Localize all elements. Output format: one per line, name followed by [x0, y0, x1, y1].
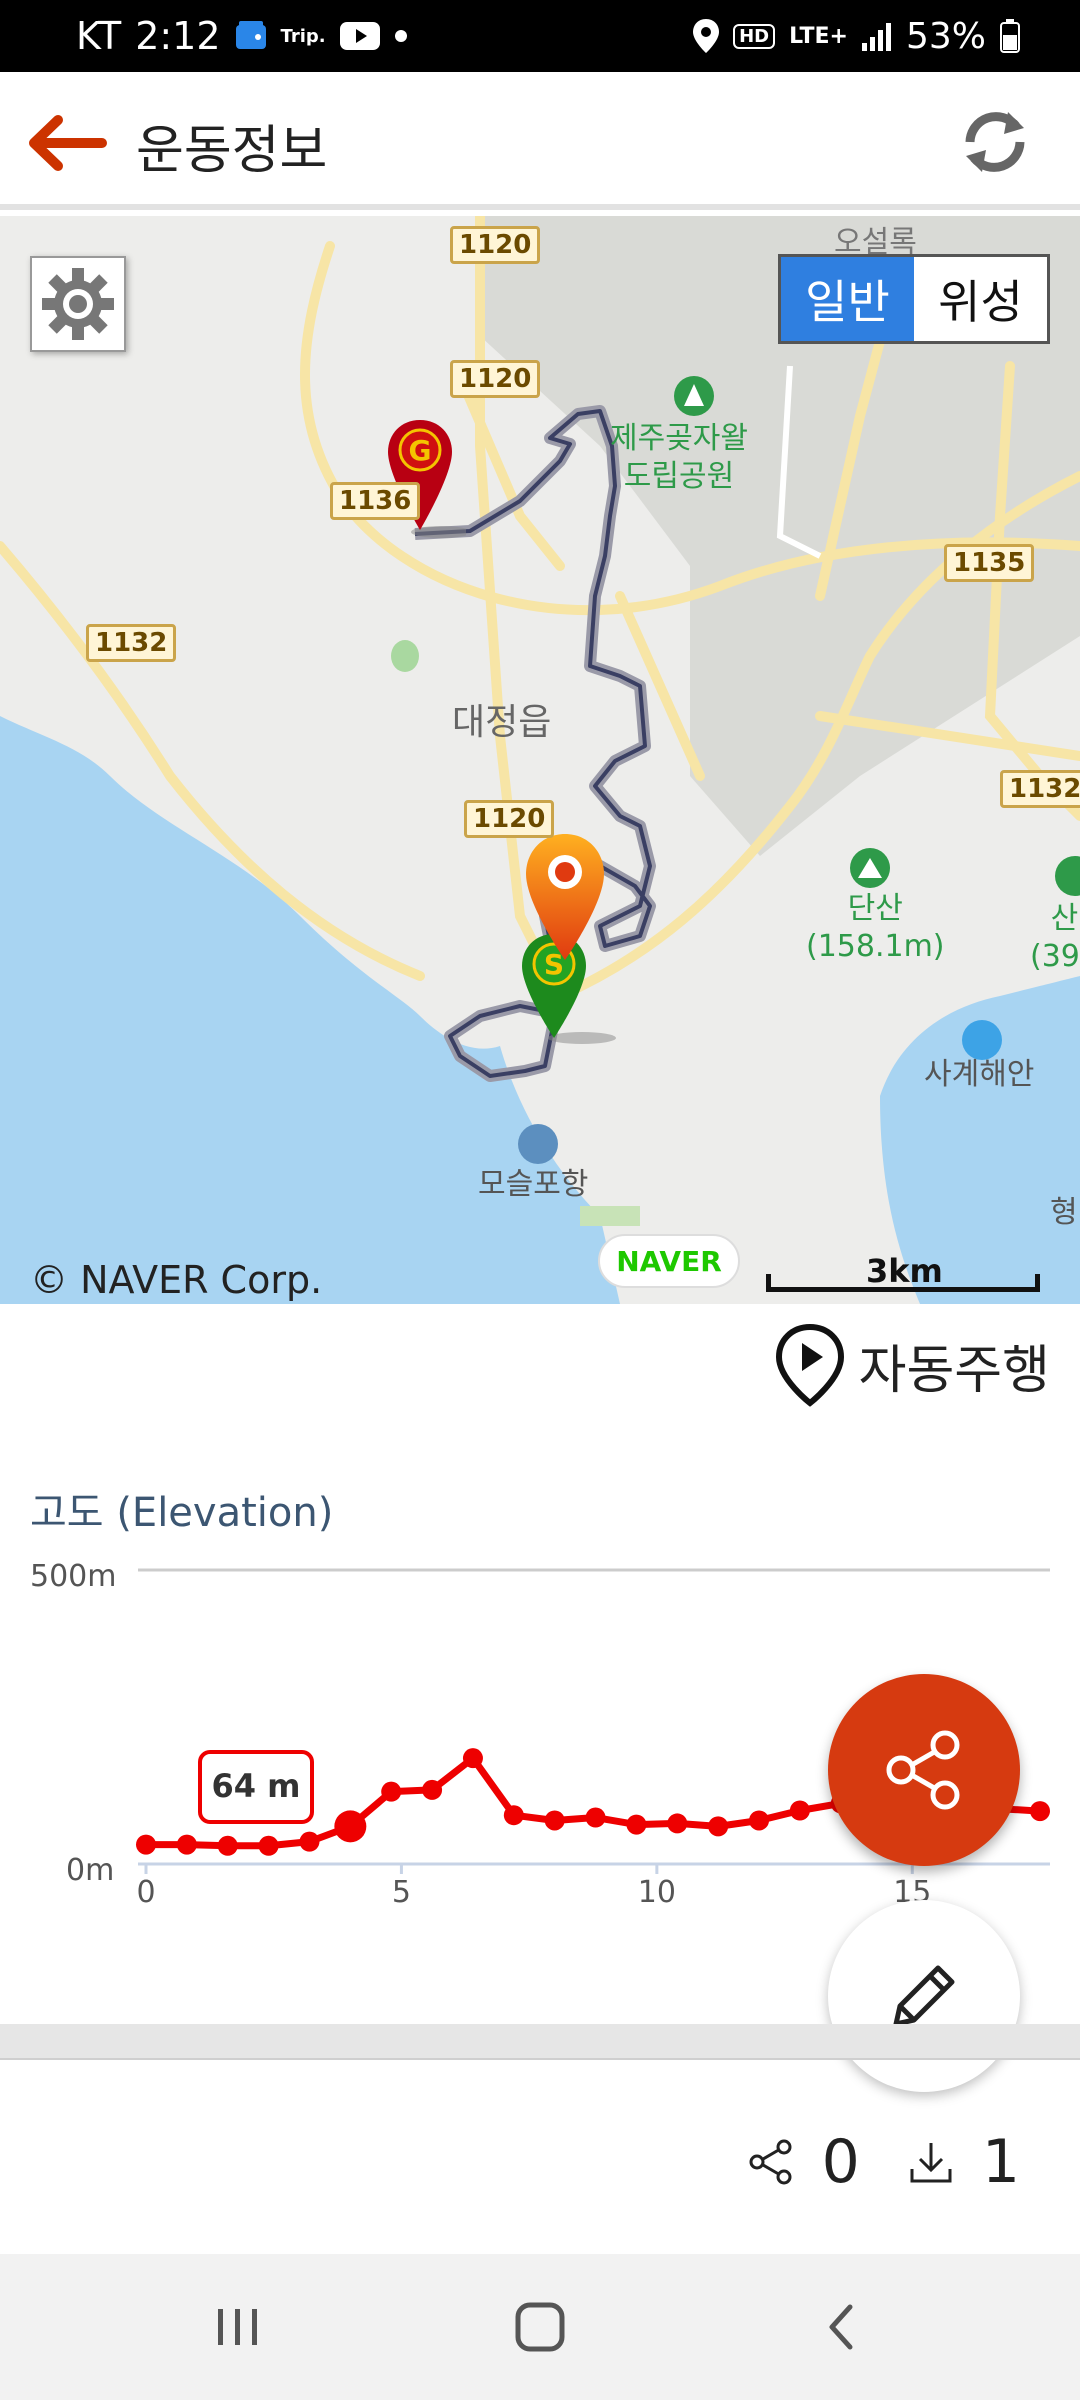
autodrive-button[interactable]: 자동주행 [775, 1320, 1050, 1410]
map-scale-bar: 3km [766, 1252, 1040, 1292]
elevation-point-selected[interactable] [334, 1810, 367, 1843]
download-count: 1 [981, 2127, 1020, 2197]
road-number-badge: 1135 [944, 544, 1035, 582]
refresh-button[interactable] [950, 102, 1040, 182]
elevation-point[interactable] [544, 1810, 565, 1831]
map-label-port: 모슬포항 [478, 1167, 589, 1202]
road-number-badge: 1120 [464, 800, 555, 838]
map-label-beach: 사계해안 [924, 1057, 1035, 1092]
x-tick-label: 0 [136, 1875, 155, 1910]
map-copyright: © NAVER Corp. [30, 1258, 323, 1302]
notification-dot-icon [394, 29, 408, 43]
battery-percent: 53% [905, 15, 986, 57]
elevation-point[interactable] [626, 1814, 647, 1835]
map-label-town: 대정읍 [452, 702, 552, 743]
tooltip-value: 64 m [211, 1767, 300, 1805]
elevation-point[interactable] [299, 1831, 320, 1852]
home-icon [515, 2302, 565, 2352]
elevation-point[interactable] [503, 1805, 524, 1826]
goal-marker-icon[interactable]: G [386, 420, 466, 538]
refresh-icon [965, 112, 1025, 172]
clock: 2:12 [135, 14, 221, 58]
share-small-icon [749, 2139, 792, 2185]
road-number-badge: 1132 [1000, 770, 1080, 808]
elevation-tooltip: 64 m [198, 1750, 314, 1824]
carrier-label: KT [76, 14, 122, 58]
map-label-mountain1: 단산 (158.1m) [806, 891, 945, 964]
share-count: 0 [821, 2127, 860, 2197]
map-type-toggle: 일반 위성 [778, 254, 1050, 344]
network-type: LTE+ [789, 23, 848, 49]
map-label-park: 제주곶자왈 도립공원 [610, 421, 748, 494]
signal-icon [861, 21, 892, 51]
map-type-normal-button[interactable]: 일반 [781, 257, 914, 341]
trip-label: Trip. [280, 25, 326, 47]
edit-fab-button[interactable] [828, 1900, 1020, 2092]
youtube-icon [339, 22, 380, 50]
stats-row: 0 1 [746, 2120, 1020, 2204]
back-arrow-icon [29, 115, 107, 171]
y-tick-label: 0m [66, 1853, 114, 1888]
road-number-badge: 1136 [330, 482, 421, 520]
y-tick-label: 500m [30, 1559, 116, 1594]
elevation-title: 고도 (Elevation) [30, 1490, 334, 1536]
nav-back-icon [829, 2304, 853, 2350]
download-count-stat[interactable]: 1 [906, 2127, 1020, 2197]
x-axis-ticks: 0 5 10 15 [136, 1864, 931, 1910]
map-label-edge: 형 [1050, 1195, 1078, 1230]
x-tick-label: 5 [392, 1875, 411, 1910]
download-icon [910, 2143, 952, 2183]
elevation-point[interactable] [1030, 1801, 1050, 1822]
route-map[interactable]: G S 1120 1120 1136 1132 1120 1135 1132 오… [0, 216, 1080, 1304]
elevation-point[interactable] [217, 1835, 238, 1856]
road-number-badge: 1120 [450, 226, 541, 264]
share-count-stat[interactable]: 0 [746, 2127, 860, 2197]
elevation-point[interactable] [136, 1834, 156, 1855]
elevation-point[interactable] [749, 1810, 770, 1831]
recents-icon [218, 2309, 257, 2345]
elevation-point[interactable] [381, 1781, 402, 1802]
share-icon [886, 1730, 960, 1810]
play-pin-icon [775, 1323, 844, 1407]
map-label-mountain2: 산 (395 [1030, 901, 1080, 974]
elevation-point[interactable] [585, 1807, 606, 1828]
battery-icon [1000, 19, 1020, 53]
wallet-icon [235, 21, 267, 51]
x-tick-label: 10 [638, 1875, 676, 1910]
gear-icon [42, 268, 114, 340]
hd-voice-label: HD [733, 23, 776, 49]
elevation-point[interactable] [462, 1748, 483, 1769]
map-settings-button[interactable] [30, 256, 126, 352]
location-icon [693, 19, 720, 53]
road-number-badge: 1132 [86, 624, 177, 662]
elevation-point[interactable] [176, 1834, 197, 1855]
section-divider [0, 2024, 1080, 2060]
nav-back-button[interactable] [762, 2254, 922, 2400]
map-scale-line [766, 1274, 1040, 1292]
share-fab-button[interactable] [828, 1674, 1020, 1866]
elevation-point[interactable] [667, 1813, 688, 1834]
current-position-marker-icon[interactable] [522, 832, 608, 962]
svg-text:G: G [409, 434, 432, 467]
nav-home-button[interactable] [460, 2254, 620, 2400]
status-bar: KT 2:12 Trip. HD LTE+ 53% [0, 0, 1080, 72]
naver-logo[interactable]: NAVER [598, 1234, 740, 1288]
back-button[interactable] [20, 108, 110, 178]
road-number-badge: 1120 [450, 360, 541, 398]
system-nav-bar [0, 2254, 1080, 2400]
elevation-point[interactable] [789, 1800, 810, 1821]
autodrive-label: 자동주행 [858, 1340, 1050, 1401]
page-title: 운동정보 [136, 121, 328, 181]
elevation-point[interactable] [258, 1835, 279, 1856]
nav-recents-button[interactable] [158, 2254, 318, 2400]
app-header: 운동정보 [0, 72, 1080, 210]
map-type-satellite-button[interactable]: 위성 [914, 257, 1047, 341]
elevation-point[interactable] [708, 1816, 729, 1837]
elevation-point[interactable] [422, 1779, 443, 1800]
